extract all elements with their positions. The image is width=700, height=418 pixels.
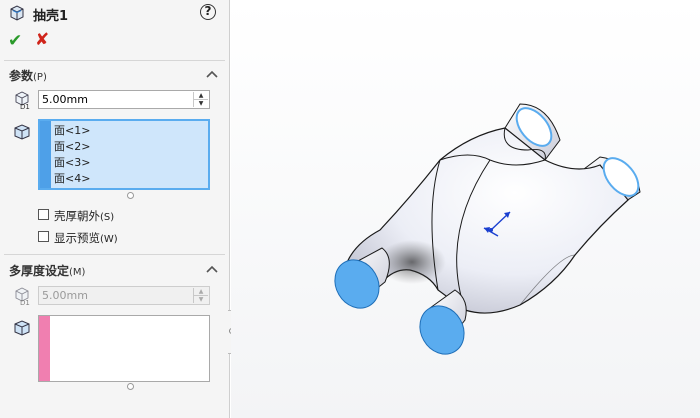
faces-to-remove-list[interactable]: 面<1> 面<2> 面<3> 面<4> [38, 119, 210, 190]
list-item[interactable]: 面<2> [54, 139, 90, 155]
shelled-part-model[interactable] [231, 0, 700, 418]
svg-text:D1: D1 [20, 103, 30, 110]
face-selection-icon [14, 124, 30, 140]
multi-thickness-input: ▲ ▼ [38, 286, 210, 305]
multi-thickness-icon: D1 [15, 287, 30, 306]
params-section-title[interactable]: 参数(P) [9, 67, 47, 84]
faces-list-items: 面<1> 面<2> 面<3> 面<4> [54, 123, 90, 187]
multi-faces-color-bar [39, 316, 50, 381]
thickness-spinner[interactable]: ▲ ▼ [193, 92, 208, 107]
shell-feature-icon [10, 5, 24, 21]
cancel-icon[interactable]: ✘ [35, 30, 49, 50]
list-resize-handle[interactable] [127, 383, 134, 390]
spin-up-icon[interactable]: ▲ [194, 92, 208, 100]
divider [4, 254, 225, 255]
spin-down-icon[interactable]: ▼ [194, 100, 208, 107]
spin-up-icon: ▲ [194, 288, 208, 296]
faces-color-bar [40, 121, 51, 188]
svg-text:D1: D1 [20, 299, 30, 306]
title-bar: 抽壳1 ? [0, 0, 229, 26]
show-preview-checkbox[interactable] [38, 231, 49, 242]
multi-thickness-faces-list[interactable] [38, 315, 210, 382]
thickness-field[interactable] [39, 91, 192, 108]
list-item[interactable]: 面<3> [54, 155, 90, 171]
show-preview-label: 显示预览(W) [54, 231, 118, 245]
graphics-area[interactable] [231, 0, 700, 418]
help-icon[interactable]: ? [200, 4, 216, 20]
property-manager: 抽壳1 ? ✔ ✘ 参数(P) D1 ▲ ▼ 面<1> 面<2> 面<3> 面<… [0, 0, 230, 418]
multi-thickness-section-title[interactable]: 多厚度设定(M) [9, 262, 85, 279]
thickness-icon: D1 [15, 91, 30, 110]
shell-outward-label: 壳厚朝外(S) [54, 209, 115, 223]
list-resize-handle[interactable] [127, 192, 134, 199]
main-body [344, 127, 629, 314]
spin-down-icon: ▼ [198, 296, 204, 303]
list-item[interactable]: 面<1> [54, 123, 90, 139]
divider [4, 60, 225, 61]
multi-thickness-spinner: ▲ ▼ [193, 288, 208, 303]
thickness-input[interactable]: ▲ ▼ [38, 90, 210, 109]
feature-title: 抽壳1 [33, 9, 69, 24]
list-item[interactable]: 面<4> [54, 171, 90, 187]
chevron-up-icon[interactable] [206, 69, 218, 79]
multi-thickness-field [39, 287, 192, 304]
chevron-up-icon[interactable] [206, 264, 218, 274]
face-selection-icon [14, 320, 30, 336]
shell-outward-checkbox[interactable] [38, 209, 49, 220]
ok-icon[interactable]: ✔ [8, 31, 22, 51]
